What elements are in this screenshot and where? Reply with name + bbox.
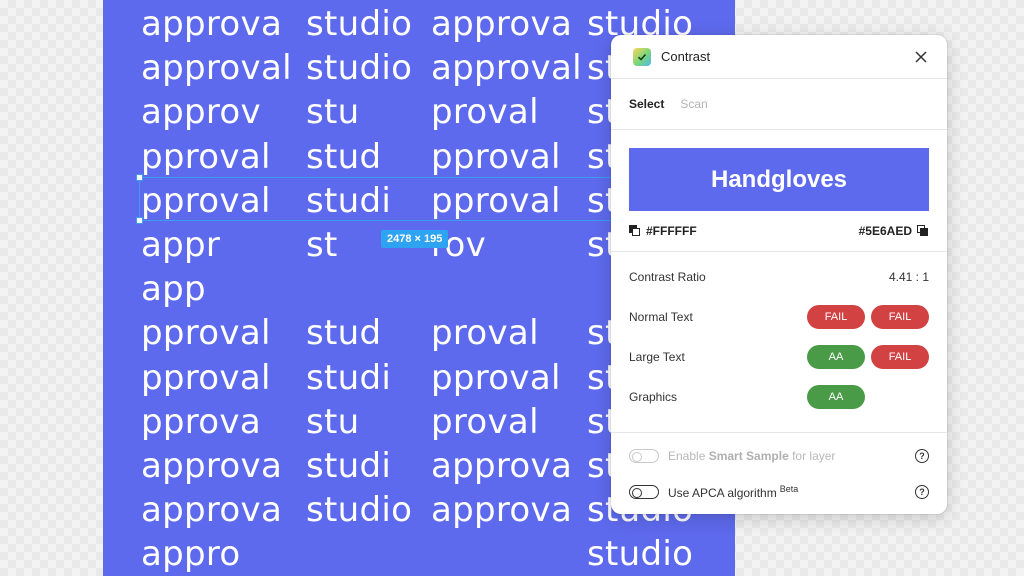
panel-title: Contrast [661, 49, 711, 64]
foreground-swatch[interactable]: #FFFFFF [629, 219, 697, 242]
artwork-word: studio [587, 534, 694, 575]
artwork-word: appr [141, 225, 221, 265]
divider [611, 251, 947, 252]
artwork-word: pproval [431, 357, 561, 398]
contrast-app-icon [633, 47, 651, 66]
artwork-word: proval [431, 401, 539, 442]
contrast-ratio-row: Contrast Ratio 4.41 : 1 [629, 257, 929, 297]
artwork-word: approva [141, 490, 283, 531]
artwork-word: studio [306, 490, 413, 531]
selection-size-badge: 2478 × 195 [381, 230, 449, 248]
result-label: Graphics [629, 390, 678, 404]
artwork-word: st [306, 225, 338, 265]
artwork-word: approva [431, 4, 573, 44]
artwork-word: approva [141, 4, 283, 44]
color-swatches: #FFFFFF #5E6AED [611, 211, 947, 242]
artwork-word: stu [306, 401, 360, 442]
artwork-word: approval [431, 48, 582, 89]
apca-option: Use APCA algorithm Beta ? [611, 474, 947, 510]
artwork-word: stud [306, 136, 382, 177]
smart-sample-label: Enable Smart Sample for layer [668, 449, 915, 463]
divider [611, 432, 947, 433]
smart-sample-label-bold: Smart Sample [708, 449, 789, 463]
contrast-preview: Handgloves [629, 148, 929, 211]
artwork-word: app [141, 269, 206, 310]
aaa-badge: FAIL [871, 305, 929, 329]
artwork-word: pproval [141, 313, 271, 354]
artwork-word: pprova [141, 401, 261, 442]
tab-select[interactable]: Select [629, 97, 664, 111]
smart-sample-toggle[interactable] [629, 449, 659, 463]
artwork-word: stud [306, 313, 382, 354]
result-label: Normal Text [629, 310, 693, 324]
artwork-word: approva [431, 490, 573, 531]
artwork-word: pproval [141, 136, 271, 177]
beta-tag: Beta [779, 484, 799, 494]
artwork-word: stu [306, 92, 360, 133]
swatch-icon [629, 224, 641, 237]
swatch-icon [917, 224, 929, 237]
help-icon[interactable]: ? [915, 449, 929, 463]
selection-box[interactable] [136, 174, 619, 224]
contrast-ratio-label: Contrast Ratio [629, 270, 706, 284]
artwork-word: studio [306, 4, 413, 44]
result-row-normal-text: Normal Text FAIL FAIL [629, 297, 929, 337]
artwork-word: approva [431, 446, 573, 486]
apca-toggle[interactable] [629, 485, 659, 499]
background-swatch[interactable]: #5E6AED [859, 219, 929, 242]
preview-text: Handgloves [710, 165, 848, 193]
panel-header: Contrast [611, 35, 947, 79]
help-icon[interactable]: ? [915, 485, 929, 499]
artwork-word: studi [306, 357, 392, 398]
close-button[interactable] [911, 47, 931, 67]
result-row-large-text: Large Text AA FAIL [629, 337, 929, 377]
foreground-hex: #FFFFFF [646, 223, 697, 238]
selection-handle-top-left[interactable] [136, 174, 143, 181]
aaa-badge: FAIL [871, 345, 929, 369]
artwork-word: studi [306, 446, 392, 486]
smart-sample-label-prefix: Enable [668, 449, 709, 463]
artwork-word: pproval [141, 357, 271, 398]
artwork-word: approval [141, 48, 292, 89]
artwork-word: approv [141, 92, 261, 133]
results-list: Contrast Ratio 4.41 : 1 Normal Text FAIL… [611, 257, 947, 417]
artwork-word: appro [141, 534, 241, 575]
artwork-word: studio [306, 48, 413, 89]
smart-sample-label-suffix: for layer [788, 449, 836, 463]
aa-badge: AA [807, 385, 865, 409]
tab-bar: Select Scan [611, 79, 947, 130]
contrast-panel: Contrast Select Scan Handgloves #FFFFFF … [611, 35, 947, 514]
background-hex: #5E6AED [858, 223, 912, 238]
apca-label: Use APCA algorithm Beta [668, 484, 915, 500]
selection-handle-bottom-left[interactable] [136, 217, 143, 224]
aa-badge: FAIL [807, 305, 865, 329]
tab-scan[interactable]: Scan [680, 97, 707, 111]
artwork-word: approva [141, 446, 283, 486]
smart-sample-option: Enable Smart Sample for layer ? [611, 438, 947, 474]
artwork-word: proval [431, 313, 539, 354]
close-icon [915, 50, 927, 63]
apca-label-text: Use APCA algorithm [668, 486, 777, 500]
aa-badge: AA [807, 345, 865, 369]
result-label: Large Text [629, 350, 685, 364]
result-row-graphics: Graphics AA [629, 377, 929, 417]
artwork-word: proval [431, 92, 539, 133]
artwork-word: pproval [431, 136, 561, 177]
contrast-ratio-value: 4.41 : 1 [888, 270, 929, 284]
